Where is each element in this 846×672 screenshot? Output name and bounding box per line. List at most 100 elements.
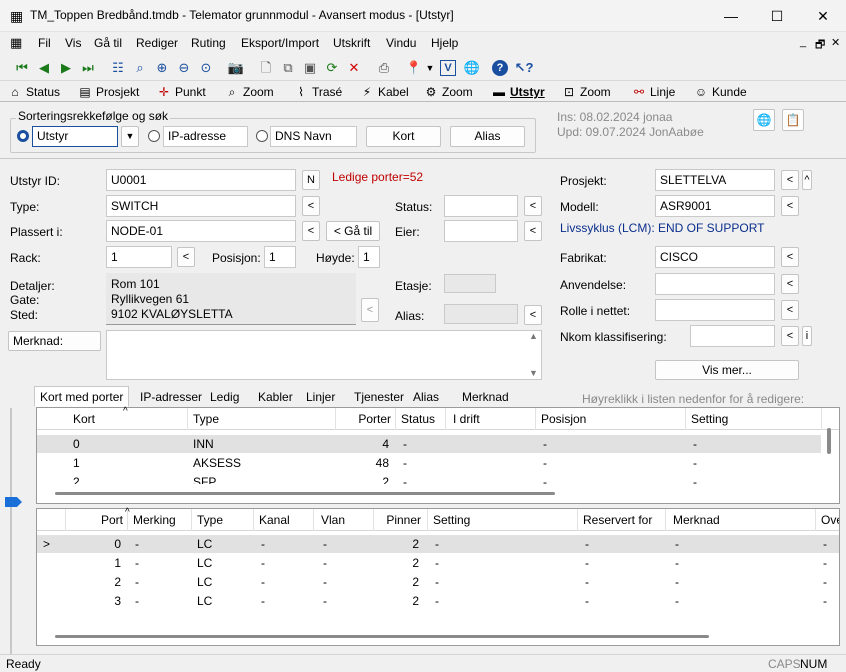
menu-hjelp[interactable]: Hjelp — [431, 36, 458, 50]
merknad-button[interactable]: Merknad: — [8, 331, 101, 351]
next-record-icon[interactable]: ▶ — [56, 58, 76, 78]
tab-zoom-punkt[interactable]: ⌕ Zoom — [225, 85, 274, 100]
tab-zoom-kabel[interactable]: ⚙ Zoom — [424, 85, 473, 99]
menu-ga-til[interactable]: Gå til — [94, 36, 122, 50]
sort-alias-button[interactable]: Alias — [450, 126, 525, 147]
prosjekt-field[interactable]: SLETTELVA — [655, 169, 775, 191]
mdi-restore-button[interactable]: 🗗 — [815, 36, 825, 55]
tab-status[interactable]: ⌂ Status — [8, 85, 60, 99]
new-id-button[interactable]: N — [302, 170, 320, 190]
menu-vindu[interactable]: Vindu — [386, 36, 416, 50]
nkom-field[interactable] — [690, 325, 775, 347]
table-row[interactable]: > 0 - LC - - 2 - - - - — [37, 535, 839, 553]
rolle-lookup-button[interactable]: < — [781, 300, 799, 320]
menu-fil[interactable]: Fil — [38, 36, 51, 50]
anvendelse-field[interactable] — [655, 273, 775, 295]
col-kanal[interactable]: Kanal — [259, 513, 290, 527]
menu-ruting[interactable]: Ruting — [191, 36, 226, 50]
vertical-scrollbar[interactable] — [827, 428, 831, 454]
merknad-textarea[interactable] — [106, 330, 542, 380]
col-reservert-for[interactable]: Reservert for — [583, 513, 652, 527]
plassert-lookup-button[interactable]: < — [302, 221, 320, 241]
last-record-icon[interactable]: ⏭ — [78, 58, 98, 78]
menu-rediger[interactable]: Rediger — [136, 36, 178, 50]
table-row[interactable]: 2 - LC - - 2 - - - - — [37, 573, 839, 591]
table-row[interactable]: 2 SFP 2 - - - — [37, 473, 821, 484]
col-i-drift[interactable]: I drift — [453, 412, 480, 426]
new-doc-icon[interactable]: 🗋 — [256, 58, 276, 78]
scroll-up-icon[interactable]: ▲ — [529, 331, 538, 341]
prosjekt-up-button[interactable]: ^ — [802, 170, 812, 190]
tab-punkt[interactable]: ✛ Punkt — [157, 85, 206, 99]
visio-icon[interactable]: V — [440, 60, 456, 76]
plassert-field[interactable]: NODE-01 — [106, 220, 296, 242]
col-merknad[interactable]: Merknad — [673, 513, 720, 527]
modell-lookup-button[interactable]: < — [781, 196, 799, 216]
tab-zoom-utstyr[interactable]: ⊡ Zoom — [562, 85, 611, 99]
tree-view-icon[interactable]: ☷ — [108, 58, 128, 78]
subtab-kort-med-porter[interactable]: Kort med porter — [34, 386, 130, 407]
nkom-lookup-button[interactable]: < — [781, 326, 799, 346]
sort-dropdown-arrow[interactable]: ▼ — [121, 126, 139, 147]
col-type[interactable]: Type — [193, 412, 219, 426]
nkom-info-button[interactable]: i — [802, 326, 812, 346]
col-ove[interactable]: Ove — [821, 513, 839, 527]
sort-kort-button[interactable]: Kort — [366, 126, 441, 147]
sort-radio-dns[interactable] — [256, 130, 268, 142]
tab-trase[interactable]: ⌇ Trasé — [294, 85, 342, 99]
eier-field[interactable] — [444, 220, 518, 242]
col-pinner[interactable]: Pinner — [377, 513, 421, 527]
alias-lookup-button[interactable]: < — [524, 305, 542, 325]
modell-field[interactable]: ASR9001 — [655, 195, 775, 217]
maximize-button[interactable]: ☐ — [754, 0, 800, 32]
globe-icon[interactable]: 🌐 — [462, 58, 482, 78]
col-posisjon[interactable]: Posisjon — [541, 412, 586, 426]
subtab-merknad[interactable]: Merknad — [456, 386, 515, 407]
address-lookup-button[interactable]: < — [361, 298, 379, 322]
zoom-in-icon[interactable]: ⊕ — [152, 58, 172, 78]
sort-radio-utstyr[interactable] — [17, 130, 29, 142]
status-field[interactable] — [444, 195, 518, 217]
map-dropdown-icon[interactable]: ▼ — [424, 58, 436, 78]
checklist-button[interactable]: 📋 — [782, 109, 804, 131]
fabrikat-lookup-button[interactable]: < — [781, 247, 799, 267]
context-help-icon[interactable]: ↖? — [514, 58, 534, 78]
map-icon[interactable]: 📍 — [404, 58, 424, 78]
anvendelse-lookup-button[interactable]: < — [781, 274, 799, 294]
mdi-close-button[interactable]: ✕ — [831, 36, 840, 49]
rolle-field[interactable] — [655, 299, 775, 321]
type-lookup-button[interactable]: < — [302, 196, 320, 216]
sort-radio-ip[interactable] — [148, 130, 160, 142]
save-icon[interactable]: ▣ — [300, 58, 320, 78]
subtab-alias[interactable]: Alias — [407, 386, 445, 407]
copy-icon[interactable]: ⧉ — [278, 58, 298, 78]
mdi-minimize-button[interactable]: _ — [800, 36, 806, 48]
help-icon[interactable]: ? — [492, 60, 508, 76]
col-merking[interactable]: Merking — [133, 513, 176, 527]
menu-utskrift[interactable]: Utskrift — [333, 36, 370, 50]
globe-search-button[interactable]: 🌐 — [753, 109, 775, 131]
subtab-ledig[interactable]: Ledig — [204, 386, 245, 407]
print-icon[interactable]: ⎙ — [374, 58, 394, 78]
scroll-down-icon[interactable]: ▼ — [529, 368, 538, 378]
ga-til-button[interactable]: < Gå til — [326, 221, 380, 241]
delete-icon[interactable]: ✕ — [344, 58, 364, 78]
tab-kunde[interactable]: ☺ Kunde — [694, 85, 747, 99]
col-kort[interactable]: Kort — [73, 412, 95, 426]
col-type[interactable]: Type — [197, 513, 223, 527]
eier-lookup-button[interactable]: < — [524, 221, 542, 241]
utstyr-id-field[interactable]: U0001 — [106, 169, 296, 191]
refresh-icon[interactable]: ⟳ — [322, 58, 342, 78]
subtab-ip-adresser[interactable]: IP-adresser — [134, 386, 208, 407]
horizontal-scrollbar[interactable] — [55, 492, 555, 495]
hoyde-field[interactable]: 1 — [358, 246, 380, 268]
vis-mer-button[interactable]: Vis mer... — [655, 360, 799, 380]
rack-lookup-button[interactable]: < — [177, 247, 195, 267]
col-status[interactable]: Status — [401, 412, 435, 426]
table-row[interactable]: 3 - LC - - 2 - - - - — [37, 592, 839, 610]
status-lookup-button[interactable]: < — [524, 196, 542, 216]
tab-linje[interactable]: ⚯ Linje — [632, 85, 675, 99]
etasje-field[interactable] — [444, 274, 496, 293]
table-row[interactable]: 0 INN 4 - - - — [37, 435, 821, 453]
subtab-kabler[interactable]: Kabler — [252, 386, 299, 407]
